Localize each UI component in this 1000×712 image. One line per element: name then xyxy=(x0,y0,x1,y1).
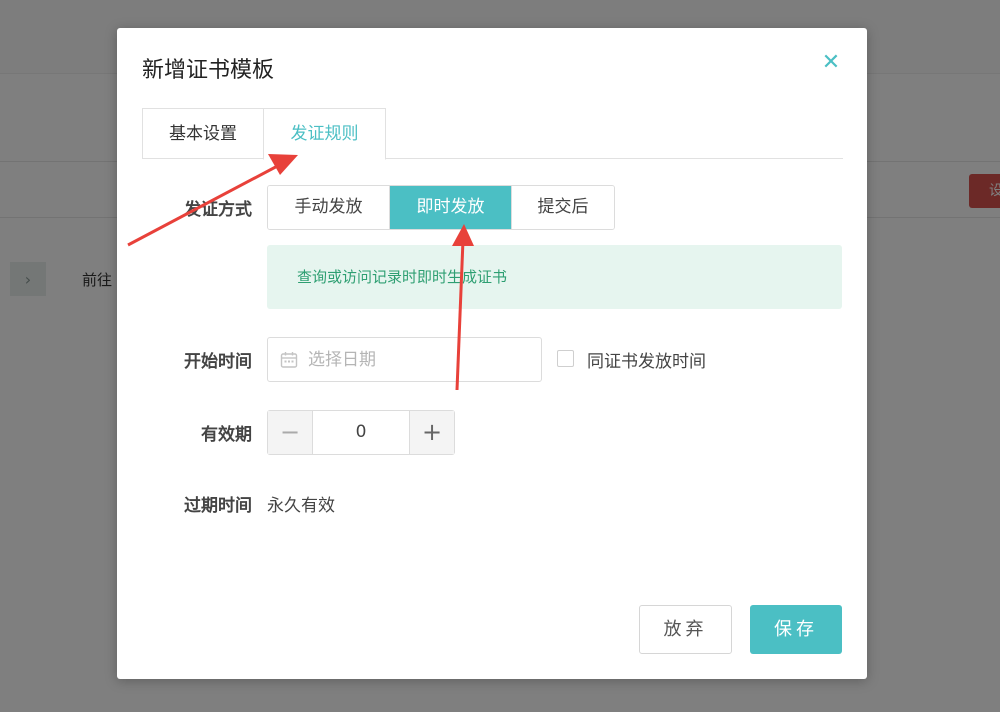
issue-method-label: 发证方式 xyxy=(184,200,252,220)
certificate-template-dialog: 新增证书模板 ✕ 基本设置 发证规则 发证方式 手动发放 即时发放 提交后 查询… xyxy=(117,28,867,679)
issue-method-hint: 查询或访问记录时即时生成证书 xyxy=(267,245,842,309)
expire-time-label: 过期时间 xyxy=(184,496,252,516)
option-instant-issue[interactable]: 即时发放 xyxy=(389,186,511,229)
dialog-tabs: 基本设置 发证规则 xyxy=(142,108,843,160)
dialog-title: 新增证书模板 xyxy=(142,58,275,83)
validity-label: 有效期 xyxy=(201,425,252,445)
decrement-button[interactable]: − xyxy=(268,411,313,454)
start-time-label: 开始时间 xyxy=(184,352,252,372)
calendar-icon xyxy=(280,351,298,368)
issue-method-selector: 手动发放 即时发放 提交后 xyxy=(267,185,615,230)
tab-issue-rules[interactable]: 发证规则 xyxy=(263,108,386,160)
start-date-input[interactable] xyxy=(306,348,526,371)
same-as-issue-checkbox[interactable] xyxy=(557,350,574,367)
expire-time-value: 永久有效 xyxy=(267,496,335,516)
validity-stepper: − 0 + xyxy=(267,410,455,455)
validity-value[interactable]: 0 xyxy=(313,411,409,454)
option-manual-issue[interactable]: 手动发放 xyxy=(268,186,389,229)
start-date-field[interactable] xyxy=(267,337,542,382)
option-after-submit[interactable]: 提交后 xyxy=(511,186,614,229)
close-icon[interactable]: ✕ xyxy=(820,52,842,74)
increment-button[interactable]: + xyxy=(409,411,454,454)
tab-basic-settings[interactable]: 基本设置 xyxy=(142,108,264,159)
save-button[interactable]: 保存 xyxy=(750,605,842,654)
abandon-button[interactable]: 放弃 xyxy=(639,605,732,654)
same-as-issue-label: 同证书发放时间 xyxy=(587,352,706,372)
